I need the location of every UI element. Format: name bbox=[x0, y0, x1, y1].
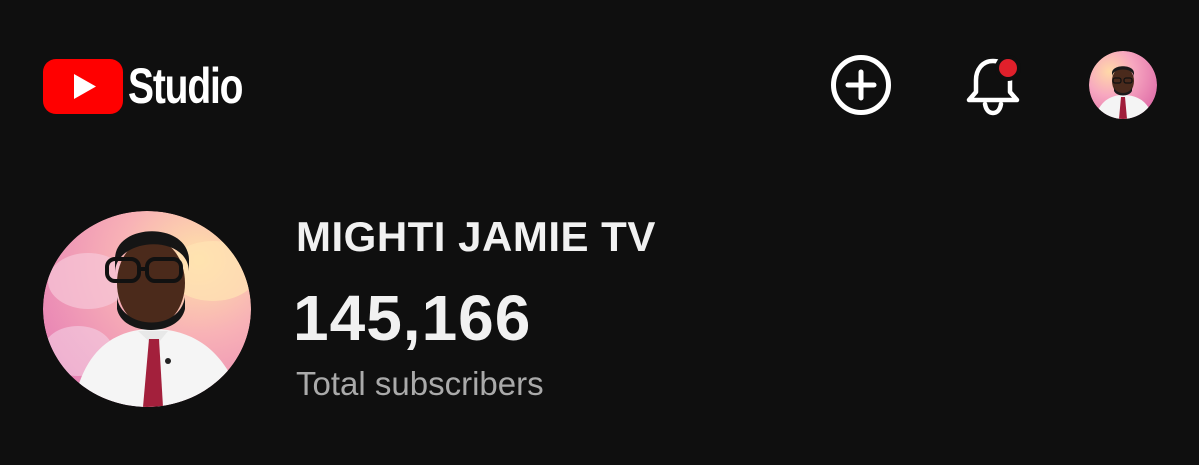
channel-avatar[interactable] bbox=[43, 211, 251, 407]
notifications-button[interactable] bbox=[960, 52, 1026, 118]
add-circle-icon bbox=[831, 55, 891, 115]
avatar bbox=[1089, 51, 1157, 119]
bell-icon bbox=[966, 55, 1021, 116]
create-button[interactable] bbox=[828, 52, 894, 118]
account-avatar-button[interactable] bbox=[1089, 51, 1157, 119]
channel-name: MIGHTI JAMIE TV bbox=[296, 213, 656, 260]
youtube-studio-logo[interactable]: Studio bbox=[43, 57, 275, 115]
channel-summary: MIGHTI JAMIE TV 145,166 Total subscriber… bbox=[0, 175, 1199, 465]
channel-avatar-image bbox=[43, 211, 251, 407]
subscriber-count: 145,166 bbox=[293, 282, 532, 354]
app-header: Studio bbox=[0, 0, 1199, 175]
logo-text: Studio bbox=[128, 58, 243, 114]
subscriber-label: Total subscribers bbox=[296, 365, 544, 402]
youtube-play-icon bbox=[43, 58, 123, 114]
notification-dot bbox=[999, 59, 1017, 77]
